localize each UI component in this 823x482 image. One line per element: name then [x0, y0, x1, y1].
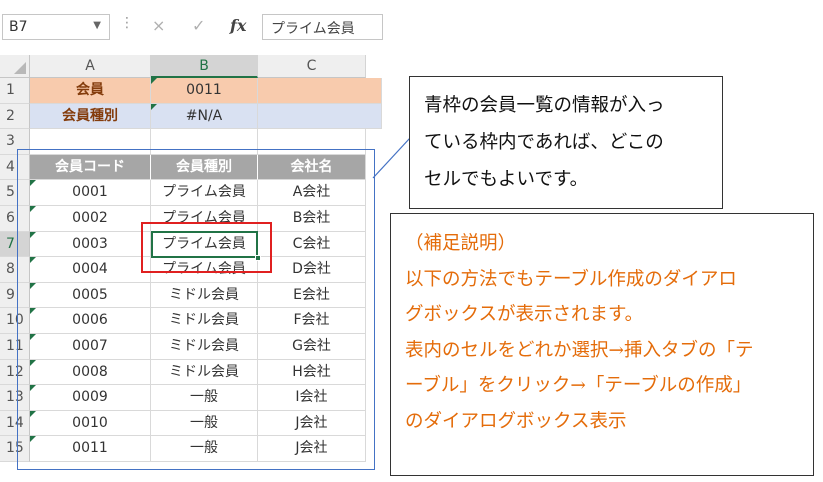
name-box[interactable]: B7 ▼: [2, 14, 110, 40]
table-range-box-blue: [17, 149, 375, 470]
error-indicator-icon: [151, 78, 157, 84]
member-label-cell[interactable]: 会員: [30, 78, 151, 104]
select-all-button[interactable]: [0, 55, 30, 78]
callout-main-line: ている枠内であれば、どこの: [424, 132, 664, 153]
callout-note-line: のダイアログボックス表示: [405, 410, 627, 432]
error-indicator-icon: [151, 103, 157, 110]
enter-icon[interactable]: ✓: [192, 16, 205, 35]
member-value: 0011: [186, 82, 222, 98]
callout-note-line: ーブル」をクリック→「テーブルの作成」: [405, 375, 752, 396]
callout-note: （補足説明） 以下の方法でもテーブル作成のダイアロ グボックスが表示されます。 …: [390, 213, 814, 476]
drag-handle-icon[interactable]: ⋮: [120, 15, 134, 31]
callout-main: 青枠の会員一覧の情報が入っ ている枠内であれば、どこの セルでもよいです。: [409, 76, 723, 209]
insert-function-icon[interactable]: fx: [230, 16, 246, 35]
type-label-cell[interactable]: 会員種別: [30, 103, 151, 130]
callout-note-line: 表内のセルをどれか選択→挿入タブの「テ: [405, 339, 754, 361]
formula-input[interactable]: プライム会員: [262, 14, 383, 40]
chevron-down-icon[interactable]: ▼: [93, 20, 101, 31]
name-box-value: B7: [9, 19, 28, 35]
column-header-b[interactable]: B: [151, 55, 258, 78]
column-header-c[interactable]: C: [258, 55, 366, 78]
row-header[interactable]: 2: [0, 103, 30, 130]
member-empty-cell[interactable]: [258, 78, 382, 104]
callout-note-line: 以下の方法でもテーブル作成のダイアロ: [405, 268, 737, 290]
row-header[interactable]: 1: [0, 78, 30, 104]
column-header-a[interactable]: A: [30, 55, 151, 78]
callout-main-line: 青枠の会員一覧の情報が入っ: [424, 95, 665, 116]
callout-note-line: （補足説明）: [405, 233, 517, 254]
cancel-icon[interactable]: ×: [152, 16, 165, 35]
callout-main-line: セルでもよいです。: [424, 169, 589, 190]
type-value-cell[interactable]: #N/A: [151, 103, 258, 130]
select-all-triangle-icon: [14, 62, 26, 74]
member-value-cell[interactable]: 0011: [151, 78, 258, 104]
type-empty-cell[interactable]: [258, 103, 382, 130]
type-value: #N/A: [185, 107, 223, 124]
callout-note-line: グボックスが表示されます。: [405, 304, 644, 325]
